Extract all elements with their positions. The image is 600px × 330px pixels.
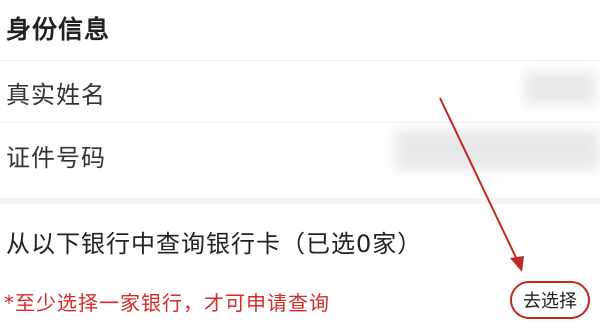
real-name-value-redacted bbox=[525, 72, 595, 104]
bank-query-title: 从以下银行中查询银行卡（已选0家） bbox=[6, 230, 423, 258]
id-number-value-redacted bbox=[395, 130, 600, 170]
id-number-label: 证件号码 bbox=[6, 144, 106, 172]
section-title-identity: 身份信息 bbox=[6, 15, 111, 44]
real-name-label: 真实姓名 bbox=[6, 81, 106, 109]
identity-card: 身份信息 真实姓名 证件号码 bbox=[0, 0, 600, 198]
row-divider bbox=[0, 122, 600, 123]
bank-selection-warning: *至少选择一家银行，才可申请查询 bbox=[4, 291, 330, 315]
row-divider bbox=[0, 60, 600, 61]
choose-bank-button[interactable]: 去选择 bbox=[510, 281, 590, 319]
